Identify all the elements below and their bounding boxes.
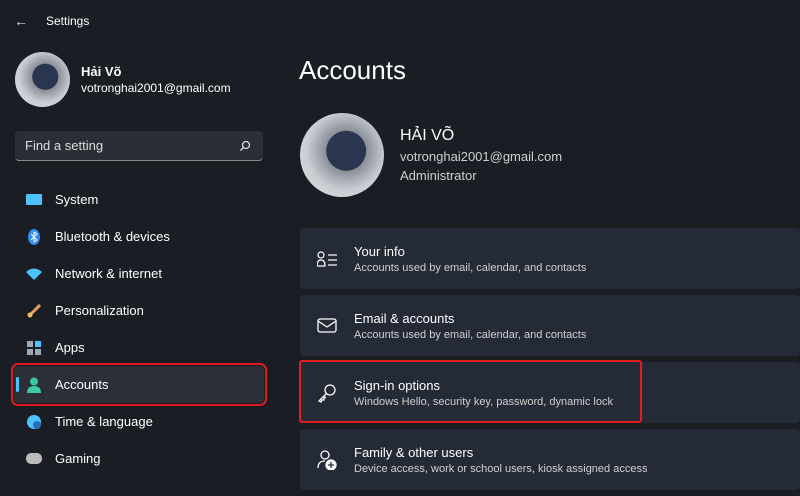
gamepad-icon [26,451,42,467]
apps-icon [26,340,42,356]
bluetooth-icon [26,228,42,245]
sidebar-item-label: Time & language [55,414,153,429]
account-role: Administrator [400,168,477,183]
card-title: Sign-in options [354,377,440,393]
person-icon [26,377,42,393]
page-title: Accounts [299,55,406,85]
family-other-users-card[interactable]: Family & other users Device access, work … [300,429,800,490]
sidebar-item-label: Gaming [55,451,101,466]
key-icon [316,382,338,404]
account-header: HẢI VÕ votronghai2001@gmail.com Administ… [300,113,562,197]
brush-icon [26,303,42,319]
back-arrow-icon[interactable]: ← [14,13,34,29]
sidebar-item-gaming[interactable]: Gaming [14,440,264,477]
search-input[interactable]: Find a setting [15,131,263,161]
card-title: Email & accounts [354,310,455,326]
sidebar-item-label: System [55,192,99,207]
monitor-icon [26,192,42,208]
account-email: votronghai2001@gmail.com [400,149,563,164]
wifi-icon [26,266,42,282]
card-description: Accounts used by email, calendar, and co… [354,328,587,341]
sidebar-item-label: Bluetooth & devices [55,229,170,244]
account-avatar [300,113,384,197]
profile-email: votronghai2001@gmail.com [81,81,231,95]
sidebar-nav: System Bluetooth & devices Network & int… [11,181,267,477]
profile-name: Hải Võ [81,64,122,79]
sign-in-options-card[interactable]: Sign-in options Windows Hello, security k… [300,362,800,423]
account-name: HẢI VÕ [400,127,455,144]
sidebar-item-bluetooth[interactable]: Bluetooth & devices [14,218,264,255]
sidebar-item-label: Accounts [55,377,109,392]
sidebar-item-system[interactable]: System [14,181,264,218]
card-description: Accounts used by email, calendar, and co… [354,261,587,274]
sidebar-item-personalization[interactable]: Personalization [14,292,264,329]
person-list-icon [316,248,338,270]
sidebar-item-label: Network & internet [55,266,162,281]
email-accounts-card[interactable]: Email & accounts Accounts used by email, … [300,295,800,356]
title-bar: ← Settings [14,13,89,29]
sidebar-item-label: Apps [55,340,85,355]
card-title: Family & other users [354,444,474,460]
sidebar-item-accounts[interactable]: Accounts [11,363,267,406]
window-title: Settings [46,14,90,28]
your-info-card[interactable]: Your info Accounts used by email, calenda… [300,228,800,289]
globe-clock-icon [26,414,42,430]
settings-list: Your info Accounts used by email, calenda… [300,228,800,496]
search-icon [240,140,251,151]
card-description: Device access, work or school users, kio… [354,462,648,475]
sidebar-item-label: Personalization [55,303,144,318]
sidebar-item-time-language[interactable]: Time & language [14,403,264,440]
sidebar-item-network[interactable]: Network & internet [14,255,264,292]
mail-icon [316,315,338,337]
card-description: Windows Hello, security key, password, d… [354,395,613,408]
person-add-icon [316,449,338,471]
search-placeholder: Find a setting [25,138,104,153]
avatar [15,52,70,107]
card-title: Your info [354,243,405,259]
sidebar-item-apps[interactable]: Apps [14,329,264,366]
sidebar-profile[interactable]: Hải Võ votronghai2001@gmail.com [15,52,231,107]
